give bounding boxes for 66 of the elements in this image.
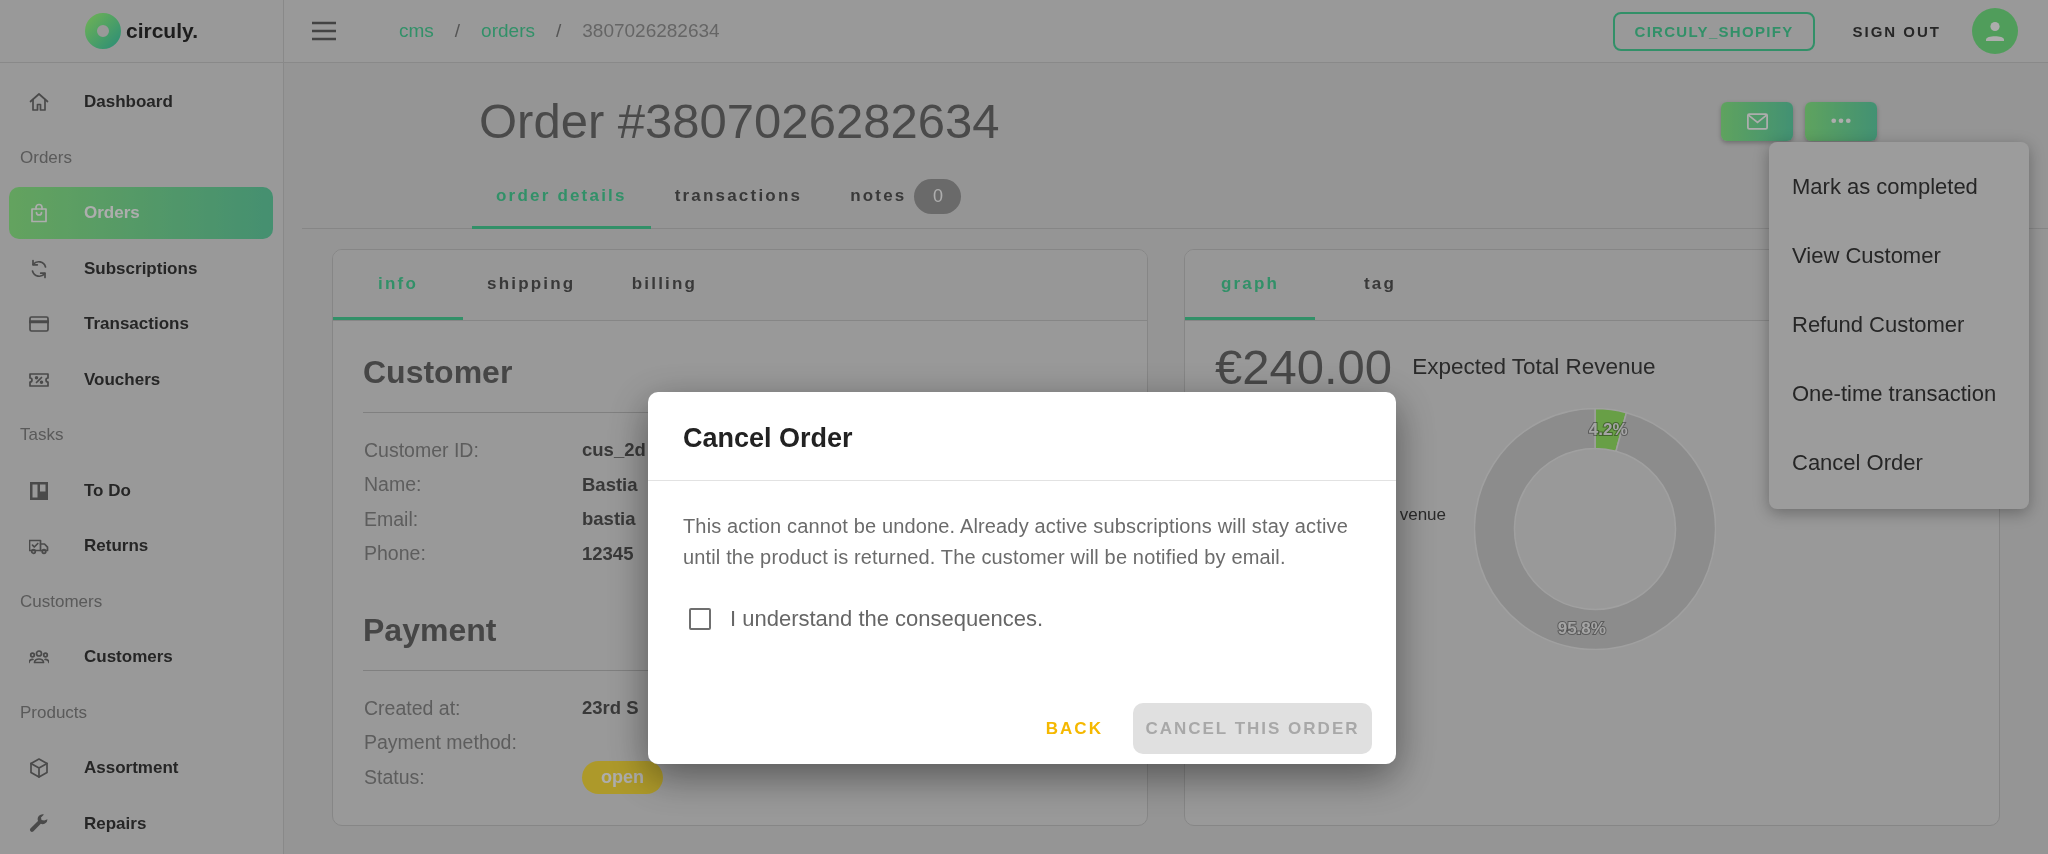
field-label: Payment method: [364, 731, 517, 755]
breadcrumb-separator: / [454, 20, 461, 42]
status-badge: open [582, 760, 663, 794]
breadcrumb-separator: / [555, 20, 562, 42]
sidebar-item[interactable]: Dashboard [9, 76, 273, 128]
shopping-bag-icon [29, 203, 49, 223]
sidebar-item[interactable]: Customers [9, 631, 273, 683]
sidebar-item[interactable]: To Do [9, 464, 273, 517]
tab[interactable]: transactions [650, 166, 827, 229]
wrench-icon [29, 813, 49, 834]
field-label: Status: [364, 765, 425, 789]
home-icon [29, 92, 49, 112]
sidebar-item[interactable]: Vouchers [9, 353, 273, 406]
email-button[interactable] [1721, 101, 1793, 141]
field-value: 23rd S [582, 697, 639, 720]
sidebar-item[interactable]: Repairs [9, 797, 273, 850]
credit-card-icon [29, 314, 49, 334]
field-label: Email: [364, 507, 419, 531]
field-label: Phone: [364, 542, 426, 566]
logo-text: circuly. [126, 19, 198, 43]
dialog-message: This action cannot be undone. Already active subscriptions will stay active until the product is returned. The customer will be notified by email. [683, 514, 1349, 570]
cube-icon [29, 758, 49, 778]
section-heading: Customer [363, 353, 513, 392]
mail-icon [1746, 112, 1768, 130]
revenue-amount: €240.00 [1215, 339, 1393, 395]
sidebar-section-label: Products [20, 701, 88, 724]
sidebar-section-label: Customers [20, 590, 103, 613]
tab[interactable]: billing [599, 250, 730, 320]
sync-icon [29, 258, 49, 279]
count-badge: 0 [914, 178, 962, 214]
sidebar-item[interactable]: Assortment [9, 742, 273, 794]
field-label: Name: [364, 473, 422, 497]
avatar-icon[interactable] [1972, 8, 2018, 54]
board-icon [29, 480, 49, 501]
tab[interactable]: tag [1315, 250, 1445, 320]
sidebar-item[interactable]: Subscriptions [9, 242, 273, 295]
more-button[interactable] [1805, 101, 1877, 141]
checkbox[interactable] [689, 607, 711, 630]
sidebar-item[interactable]: Transactions [9, 298, 273, 350]
revenue-label: Expected Total Revenue [1412, 354, 1656, 380]
field-value: cus_2d [582, 439, 646, 462]
slice-label: 95.8% [1557, 619, 1606, 639]
tab[interactable]: shipping [463, 250, 600, 320]
sidebar-section-label: Tasks [20, 424, 64, 446]
checkbox-label[interactable]: I understand the consequences. [730, 605, 1044, 632]
sidebar-section-label: Orders [20, 146, 72, 169]
field-value: 12345 [582, 542, 634, 565]
more-icon [1831, 118, 1851, 124]
dialog-title: Cancel Order [683, 423, 853, 453]
section-heading: Payment [363, 611, 497, 650]
logo-icon [85, 13, 121, 49]
field-value: Bastia [582, 473, 638, 496]
field-label: Created at: [364, 696, 461, 720]
sidebar-item[interactable]: Returns [9, 520, 273, 572]
field-value: bastia [582, 508, 636, 531]
menu-item[interactable]: One-time transaction [1769, 359, 2029, 429]
sign-out-button[interactable]: SIGN OUT [1852, 22, 1941, 40]
menu-icon[interactable] [311, 21, 337, 41]
menu-item[interactable]: Mark as completed [1769, 152, 2029, 222]
legend-label: venue [1399, 505, 1446, 524]
menu-item[interactable]: Cancel Order [1769, 428, 2029, 498]
tab[interactable]: notes 0 [826, 166, 986, 229]
field-label: Customer ID: [364, 438, 479, 462]
menu-item[interactable]: Refund Customer [1769, 290, 2029, 360]
page-title: Order #3807026282634 [479, 93, 1000, 150]
menu-item[interactable]: View Customer [1769, 221, 2029, 291]
